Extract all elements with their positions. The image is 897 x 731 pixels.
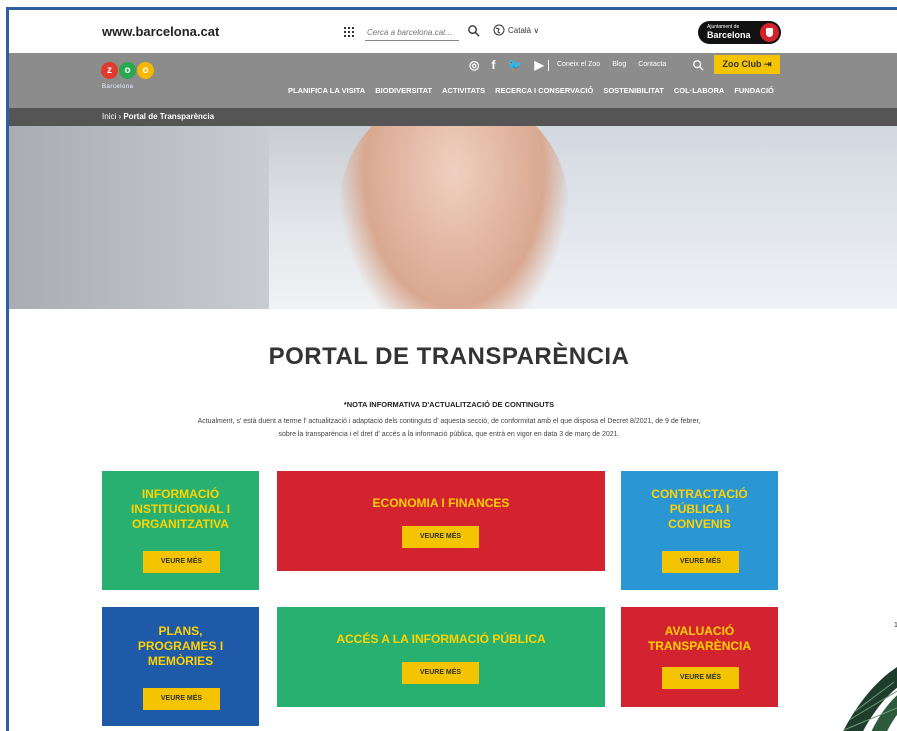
logo-letter-o2: o	[137, 62, 154, 79]
tile-title-line: AVALUACIÓ	[664, 624, 735, 638]
breadcrumb: Inici › Portal de Transparència	[9, 108, 897, 126]
note-title: *NOTA INFORMATIVA D'ACTUALITZACIÓ DE CON…	[343, 400, 555, 409]
logo-subtitle: Barcelona	[102, 84, 134, 90]
hero-image	[9, 126, 897, 309]
tile-avaluacio-transparencia[interactable]: AVALUACIÓ TRANSPARÈNCIA VEURE MÉS	[621, 607, 778, 707]
tile-title: AVALUACIÓ TRANSPARÈNCIA	[621, 624, 778, 654]
nav-col-labora[interactable]: COL·LABORA	[674, 86, 724, 95]
facebook-icon[interactable]: f	[491, 58, 495, 72]
breadcrumb-trail: Inici › Portal de Transparència	[102, 112, 214, 121]
nav-sostenibilitat[interactable]: SOSTENIBILITAT	[603, 86, 664, 95]
tile-acces-informacio-publica[interactable]: ACCÉS A LA INFORMACIÓ PÚBLICA VEURE MÉS	[277, 607, 605, 707]
site-url-link[interactable]: www.barcelona.cat	[102, 24, 219, 39]
tile-contractacio-publica[interactable]: CONTRACTACIÓ PÚBLICA I CONVENIS VEURE MÉ…	[621, 471, 778, 590]
plant-decoration	[843, 667, 897, 731]
tile-title-line: ORGANITZATIVA	[132, 517, 229, 531]
nav-biodiversitat[interactable]: BIODIVERSITAT	[375, 86, 432, 95]
veure-mes-button[interactable]: VEURE MÉS	[143, 688, 220, 710]
twitter-icon[interactable]: 🐦	[507, 58, 522, 72]
tile-informacio-institucional[interactable]: INFORMACIÓ INSTITUCIONAL I ORGANITZATIVA…	[102, 471, 259, 590]
note-text-line-1: Actualment, s' està duent a terme l' act…	[197, 418, 701, 425]
veure-mes-button[interactable]: VEURE MÉS	[662, 551, 739, 573]
tile-title: CONTRACTACIÓ PÚBLICA I CONVENIS	[621, 487, 778, 532]
site-header: z o o Barcelona ◎ f 🐦 ▶ Coneix el Zoo Bl…	[9, 53, 897, 108]
tile-title-line: PLANS,	[158, 624, 203, 638]
tile-title-line: ACCÉS A LA INFORMACIÓ PÚBLICA	[336, 632, 546, 646]
nav-planifica-la-visita[interactable]: PLANIFICA LA VISITA	[288, 86, 365, 95]
search-icon[interactable]	[467, 24, 480, 37]
zoo-club-button[interactable]: Zoo Club ⇥	[714, 55, 780, 74]
hero-shade	[9, 126, 269, 309]
veure-mes-button[interactable]: VEURE MÉS	[143, 551, 220, 573]
breadcrumb-home[interactable]: Inici	[102, 112, 116, 121]
main-nav: PLANIFICA LA VISITA BIODIVERSITAT ACTIVI…	[288, 86, 774, 95]
apps-grid-icon[interactable]	[344, 27, 354, 37]
note-text-line-2: sobre la transparència i el dret d' accé…	[278, 431, 620, 438]
tile-title-line: CONVENIS	[668, 517, 731, 531]
page: www.barcelona.cat Català ∨ Ajuntament de…	[0, 0, 897, 731]
tile-title-line: TRANSPARÈNCIA	[647, 639, 752, 653]
tile-title-line: INFORMACIÓ	[141, 487, 220, 501]
tile-title: ACCÉS A LA INFORMACIÓ PÚBLICA	[277, 632, 605, 647]
header-search-icon[interactable]	[692, 59, 704, 71]
tile-title-line: ECONOMIA I FINANCES	[372, 496, 510, 510]
browser-frame: www.barcelona.cat Català ∨ Ajuntament de…	[6, 7, 897, 731]
tile-title-line: PÚBLICA I	[669, 502, 730, 516]
zoo-logo[interactable]: z o o Barcelona	[99, 60, 159, 100]
nav-recerca-i-conservacio[interactable]: RECERCA I CONSERVACIÓ	[495, 86, 593, 95]
page-title: PORTAL DE TRANSPARÈNCIA	[268, 343, 630, 370]
tile-plans-programes[interactable]: PLANS, PROGRAMES I MEMÒRIES VEURE MÉS	[102, 607, 259, 726]
link-coneix-el-zoo[interactable]: Coneix el Zoo	[557, 61, 600, 68]
globe-icon	[493, 24, 505, 36]
tile-title: ECONOMIA I FINANCES	[277, 496, 605, 511]
language-select[interactable]: Català ∨	[508, 26, 539, 35]
shield-icon	[760, 23, 779, 42]
tile-title: PLANS, PROGRAMES I MEMÒRIES	[102, 624, 259, 669]
veure-mes-button[interactable]: VEURE MÉS	[402, 662, 479, 684]
youtube-icon[interactable]: ▶	[534, 58, 543, 72]
tile-title-line: PROGRAMES I	[137, 639, 224, 653]
social-links: ◎ f 🐦 ▶	[469, 58, 544, 72]
logo-letter-z: z	[101, 62, 118, 79]
ajuntament-label: Barcelona	[707, 30, 751, 40]
top-links: Coneix el Zoo Blog Contacta	[557, 61, 666, 68]
instagram-icon[interactable]: ◎	[469, 58, 479, 72]
tile-title: INFORMACIÓ INSTITUCIONAL I ORGANITZATIVA	[102, 487, 259, 532]
breadcrumb-current: Portal de Transparència	[123, 112, 215, 121]
tile-title-line: INSTITUCIONAL I	[130, 502, 231, 516]
tile-title-line: CONTRACTACIÓ	[651, 487, 748, 501]
link-contacta[interactable]: Contacta	[638, 61, 666, 68]
link-blog[interactable]: Blog	[612, 61, 626, 68]
veure-mes-button[interactable]: VEURE MÉS	[662, 667, 739, 689]
divider	[548, 60, 549, 71]
tile-economia-i-finances[interactable]: ECONOMIA I FINANCES VEURE MÉS	[277, 471, 605, 571]
nav-activitats[interactable]: ACTIVITATS	[442, 86, 485, 95]
tile-title-line: MEMÒRIES	[147, 654, 214, 668]
logo-letter-o1: o	[119, 62, 136, 79]
veure-mes-button[interactable]: VEURE MÉS	[402, 526, 479, 548]
search-input[interactable]	[365, 24, 459, 41]
ajuntament-logo[interactable]: Ajuntament de Barcelona	[698, 21, 781, 44]
top-bar: www.barcelona.cat Català ∨ Ajuntament de…	[9, 10, 897, 53]
hero-finger	[339, 126, 569, 309]
nav-fundacio[interactable]: FUNDACIÓ	[734, 86, 774, 95]
